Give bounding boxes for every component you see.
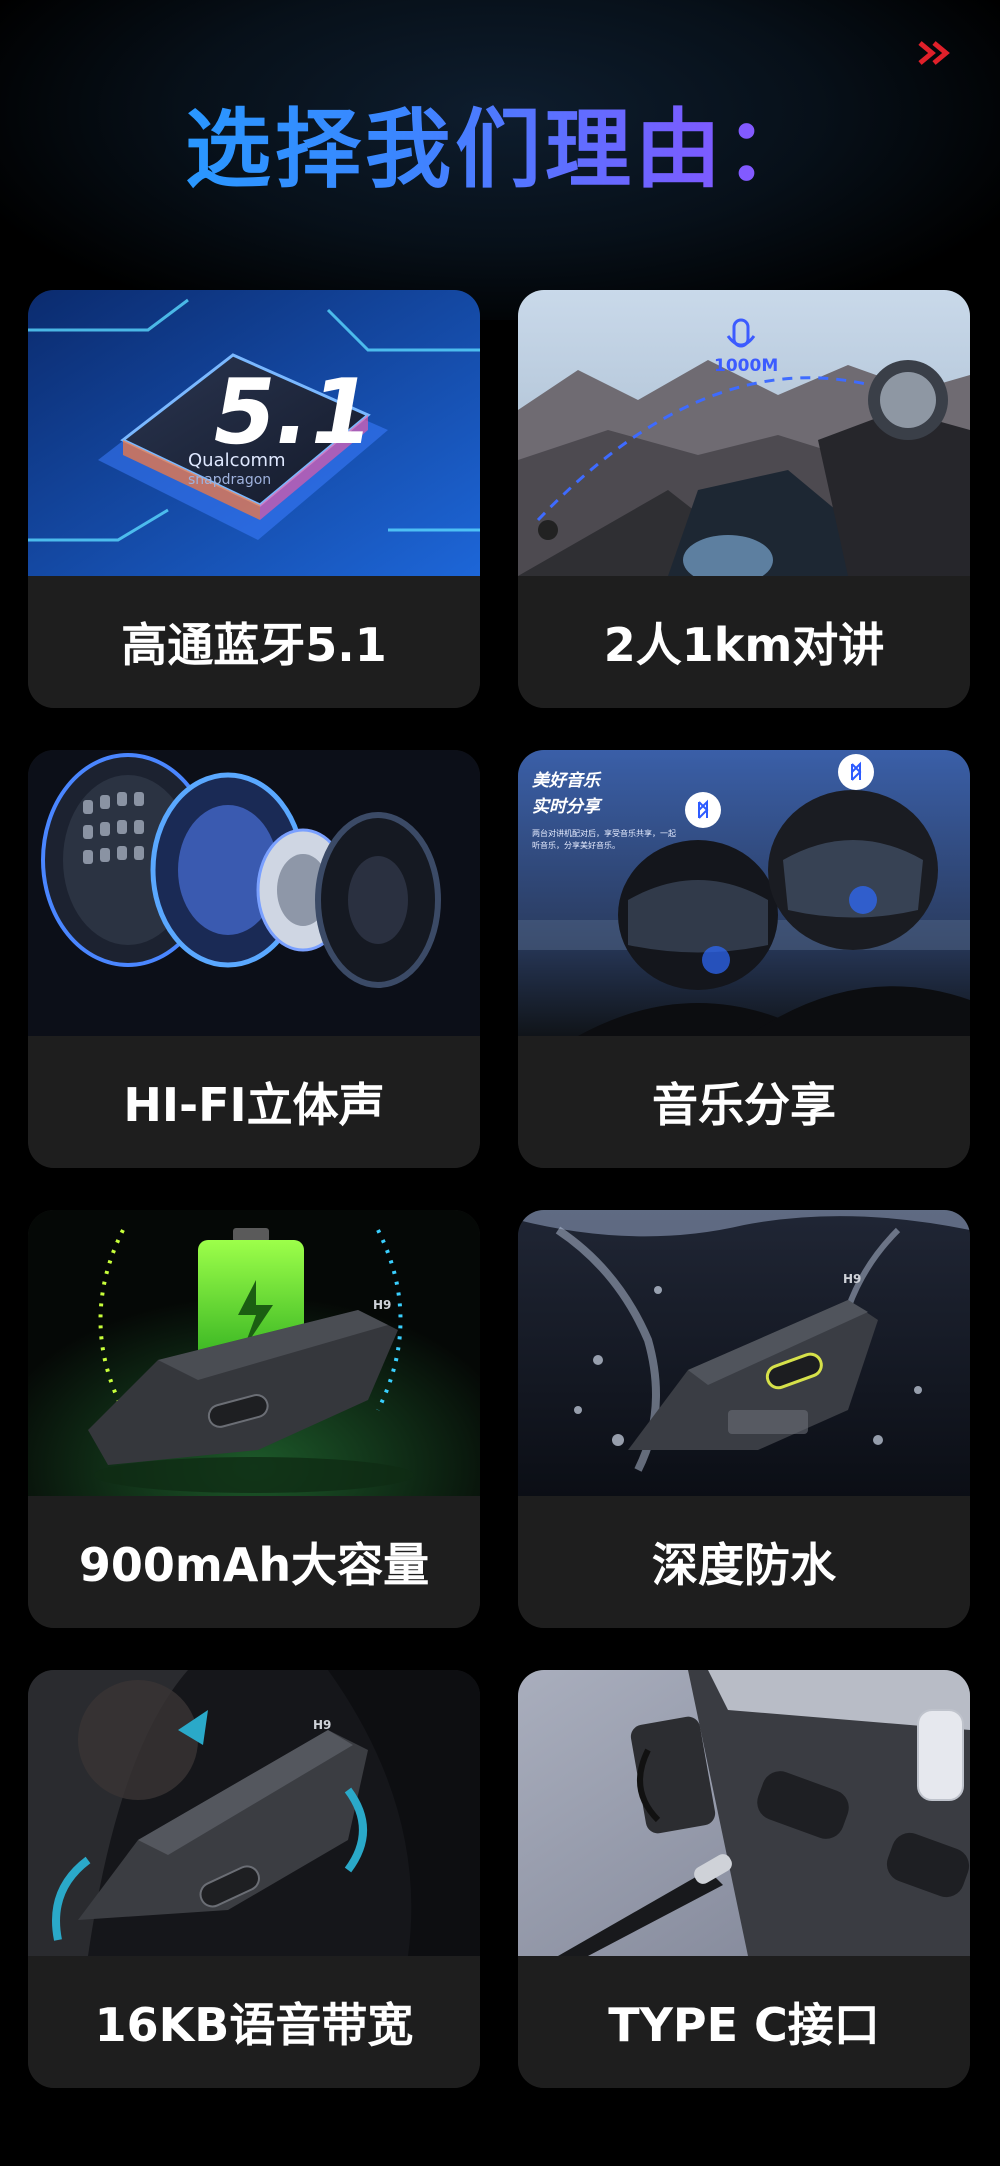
- riders-image: 美好音乐 实时分享 两台对讲机配对后，享受音乐共享，一起听音乐，分享美好音乐。: [518, 750, 970, 1036]
- overlay-body: 两台对讲机配对后，享受音乐共享，一起听音乐，分享美好音乐。: [532, 829, 676, 850]
- feature-card-voice-bandwidth: H9 16KB语音带宽: [28, 1670, 480, 2088]
- motorcycle-image: 1000M: [518, 290, 970, 576]
- feature-caption: 深度防水: [518, 1496, 970, 1628]
- device-label: H9: [373, 1298, 392, 1312]
- speaker-image: [28, 750, 480, 1036]
- chip-image: 5.1 Qualcomm snapdragon: [28, 290, 480, 576]
- page-title: 选择我们理由：: [0, 95, 1000, 205]
- feature-caption: 音乐分享: [518, 1036, 970, 1168]
- waterproof-image: H9: [518, 1210, 970, 1496]
- feature-caption: 2人1km对讲: [518, 576, 970, 708]
- feature-caption: HI-FI立体声: [28, 1036, 480, 1168]
- chip-sub-text: snapdragon: [188, 472, 272, 488]
- helmet-device-image: H9: [28, 1670, 480, 1956]
- feature-card-battery: H9 900mAh大容量: [28, 1210, 480, 1628]
- range-label: 1000M: [714, 356, 779, 376]
- double-chevron-icon[interactable]: [916, 38, 956, 68]
- feature-card-typec: TYPE C接口: [518, 1670, 970, 2088]
- feature-caption: 高通蓝牙5.1: [28, 576, 480, 708]
- device-label: H9: [313, 1718, 332, 1732]
- feature-card-intercom: 1000M 2人1km对讲: [518, 290, 970, 708]
- feature-caption: 900mAh大容量: [28, 1496, 480, 1628]
- feature-card-hifi: HI-FI立体声: [28, 750, 480, 1168]
- overlay-title: 美好音乐: [532, 771, 600, 791]
- feature-card-music-share: 美好音乐 实时分享 两台对讲机配对后，享受音乐共享，一起听音乐，分享美好音乐。 …: [518, 750, 970, 1168]
- device-label: H9: [843, 1272, 862, 1286]
- feature-card-bluetooth: 5.1 Qualcomm snapdragon 高通蓝牙5.1: [28, 290, 480, 708]
- typec-port-image: [518, 1670, 970, 1956]
- chip-brand-text: Qualcomm: [188, 450, 286, 471]
- battery-image: H9: [28, 1210, 480, 1496]
- feature-caption: 16KB语音带宽: [28, 1956, 480, 2088]
- overlay-subtitle: 实时分享: [532, 797, 600, 817]
- feature-card-waterproof: H9 深度防水: [518, 1210, 970, 1628]
- feature-caption: TYPE C接口: [518, 1956, 970, 2088]
